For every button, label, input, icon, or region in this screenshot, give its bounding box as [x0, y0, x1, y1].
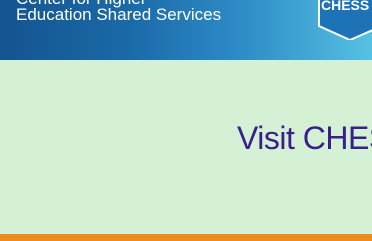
main-content: Visit CHESS: [0, 60, 372, 234]
organization-name: Center for Higher Education Shared Servi…: [0, 0, 240, 60]
header-banner: Center for Higher Education Shared Servi…: [0, 0, 372, 60]
footer-accent-bar: [0, 234, 372, 241]
chess-logo: CHESS: [316, 0, 372, 40]
visit-chess-link[interactable]: Visit CHESS: [237, 118, 372, 158]
shield-logo-icon: CHESS: [318, 0, 372, 40]
organization-name-line-2: Education Shared Services: [16, 5, 222, 24]
logo-text: CHESS: [321, 0, 369, 13]
